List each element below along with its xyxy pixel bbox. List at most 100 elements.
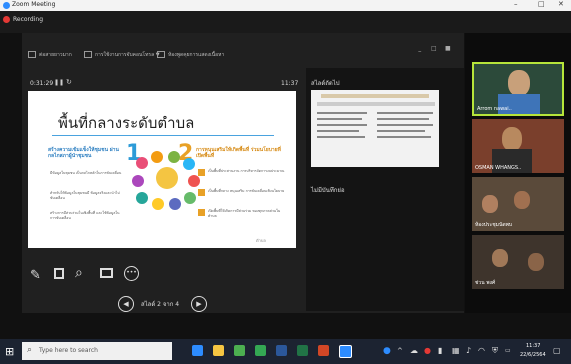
close-button[interactable]: ✕ <box>558 0 564 8</box>
word-icon[interactable] <box>276 345 287 356</box>
panel-close-icon[interactable]: ■ <box>445 45 451 52</box>
thumb-line <box>317 118 362 120</box>
search-box[interactable]: ⌕ Type here to search <box>22 342 172 360</box>
participant-name: ช่วน พงศ์ <box>475 280 496 286</box>
toolbar-label: ห้องพูดคุยการแสดงเนื้อหา <box>168 52 225 58</box>
thumb-line <box>377 112 433 114</box>
thumb-line <box>317 112 367 114</box>
screen-icon[interactable] <box>100 268 113 278</box>
thumb-line <box>317 130 359 132</box>
tray-language-icon[interactable]: ▭ <box>505 347 511 354</box>
left-point-2: สำหรับให้ข้อมูลในชุมชนมี ข้อมูลจริงและนำ… <box>50 191 120 200</box>
participant-tile[interactable]: ห้องประชุมนัดพบ <box>472 177 564 231</box>
participant-tile[interactable]: ช่วน พงศ์ <box>472 235 564 289</box>
thumb-line <box>317 136 365 138</box>
switch-icon <box>84 51 92 58</box>
next-slide-thumbnail[interactable] <box>311 90 439 167</box>
elapsed-timer: 0:31:29 <box>30 80 54 87</box>
toolbar-item-1[interactable]: ต่อสายยาวมาก <box>28 51 72 59</box>
thumb-subheading <box>317 102 435 106</box>
zoom-logo-icon <box>3 2 10 9</box>
center-illustration <box>156 167 178 189</box>
prev-slide-button[interactable]: ◀ <box>118 296 134 312</box>
powerpoint-icon[interactable] <box>318 345 329 356</box>
window-title: Zoom Meeting <box>12 1 56 8</box>
slide-title: พื้นที่กลางระดับตำบล <box>58 114 195 132</box>
recording-bar: Recording <box>0 11 571 33</box>
circle-icon <box>152 198 164 210</box>
participant-tile[interactable]: OSMAN WHANGS.. <box>472 119 564 173</box>
circle-icon <box>169 198 181 210</box>
tray-network-icon[interactable]: ▦ <box>452 346 460 355</box>
edge-icon[interactable] <box>192 345 203 356</box>
more-icon[interactable]: ••• <box>124 266 139 281</box>
tray-volume-icon[interactable]: ♪ <box>466 346 471 355</box>
notification-icon[interactable]: ▢ <box>553 346 561 355</box>
tray-zoom-icon[interactable]: ● <box>383 346 391 356</box>
circle-icon <box>168 151 180 163</box>
minimize-button[interactable]: – <box>514 0 518 8</box>
windows-start-icon[interactable]: ⊞ <box>5 345 14 358</box>
slide-divider <box>52 135 274 136</box>
panel-minimize-icon[interactable]: – <box>418 47 422 55</box>
right-point-3: เปิดพื้นที่ให้เกิดการมีส่วนร่วม ของทุกภา… <box>208 209 281 218</box>
tray-mic-icon[interactable]: ▮ <box>438 346 442 355</box>
thumb-line <box>377 130 425 132</box>
participant-face <box>528 253 544 271</box>
slide-counter: สไลด์ 2 จาก 4 <box>141 301 180 308</box>
tray-wifi-icon[interactable]: ◠ <box>478 346 485 355</box>
right-heading: การหนุนเสริมให้เกิดพื้นที่ ร่วมนโยบายที่… <box>196 147 281 159</box>
right-point-2: เป็นพื้นที่กลาง หนุนเสริม การขับเคลื่อนเ… <box>208 189 285 193</box>
tray-arrow-icon[interactable]: ^ <box>397 347 403 355</box>
title-bar: Zoom Meeting – □ ✕ <box>0 0 571 11</box>
panel-restore-icon[interactable]: □ <box>431 45 437 52</box>
display-icon <box>28 51 36 58</box>
thumb-heading <box>321 94 429 98</box>
participant-tile-active[interactable]: Arrom nawai.. <box>472 62 564 116</box>
participant-face <box>492 249 508 267</box>
current-slide: พื้นที่กลางระดับตำบล 1 2 สร้างความเข้มแข… <box>28 91 296 248</box>
record-icon <box>3 16 10 23</box>
chat-icon <box>157 51 165 58</box>
tray-record-icon[interactable]: ● <box>424 346 431 355</box>
search-icon: ⌕ <box>27 345 33 355</box>
bullet-icon <box>198 169 205 176</box>
zoom-icon[interactable]: ⌕ <box>75 265 83 281</box>
thumb-line <box>317 124 367 126</box>
participant-face <box>502 127 522 151</box>
participant-name: Arrom nawai.. <box>477 106 512 112</box>
tray-shield-icon[interactable]: ⛨ <box>492 346 498 356</box>
pause-icon[interactable]: ❚❚ <box>54 79 64 86</box>
chrome-icon[interactable] <box>255 345 266 356</box>
participant-shirt <box>498 94 540 114</box>
taskbar: ⊞ ⌕ Type here to search ● ^ ☁ ● ▮ ▦ ♪ ◠ … <box>0 339 571 364</box>
circle-icon <box>136 157 148 169</box>
circle-icon <box>188 175 200 187</box>
toolbar-label: การใช้งานการจับคอนโทรล ▼ <box>95 52 160 58</box>
participant-name: OSMAN WHANGS.. <box>475 165 522 171</box>
next-slide-label: สไลด์ถัดไป <box>311 80 340 87</box>
toolbar-label: ต่อสายยาวมาก <box>39 52 72 58</box>
toolbar-item-2[interactable]: การใช้งานการจับคอนโทรล ▼ <box>84 51 160 59</box>
next-slide-button[interactable]: ▶ <box>191 296 207 312</box>
participant-name: ห้องประชุมนัดพบ <box>475 222 513 228</box>
search-placeholder: Type here to search <box>39 347 98 354</box>
participant-face <box>482 195 498 213</box>
recording-label: Recording <box>13 16 44 23</box>
thumb-line <box>377 136 431 138</box>
tray-cloud-icon[interactable]: ☁ <box>410 346 418 355</box>
file-explorer-icon[interactable] <box>213 345 224 356</box>
thumb-line <box>377 118 429 120</box>
eraser-icon[interactable] <box>54 268 64 279</box>
pen-icon[interactable]: ✎ <box>30 268 41 283</box>
line-icon[interactable] <box>234 345 245 356</box>
maximize-button[interactable]: □ <box>538 0 545 8</box>
reset-icon[interactable]: ↻ <box>66 78 72 86</box>
zoom-taskbar-icon[interactable] <box>339 345 352 358</box>
thumb-line <box>377 124 433 126</box>
excel-icon[interactable] <box>297 345 308 356</box>
toolbar-item-3[interactable]: ห้องพูดคุยการแสดงเนื้อหา <box>157 51 224 59</box>
left-point-1: มีข้อมูลในชุมชน เป็นกลไกหลักในการขับเคลื… <box>50 171 122 175</box>
taskbar-date: 22/6/2564 <box>520 352 546 358</box>
circle-icon <box>184 192 196 204</box>
